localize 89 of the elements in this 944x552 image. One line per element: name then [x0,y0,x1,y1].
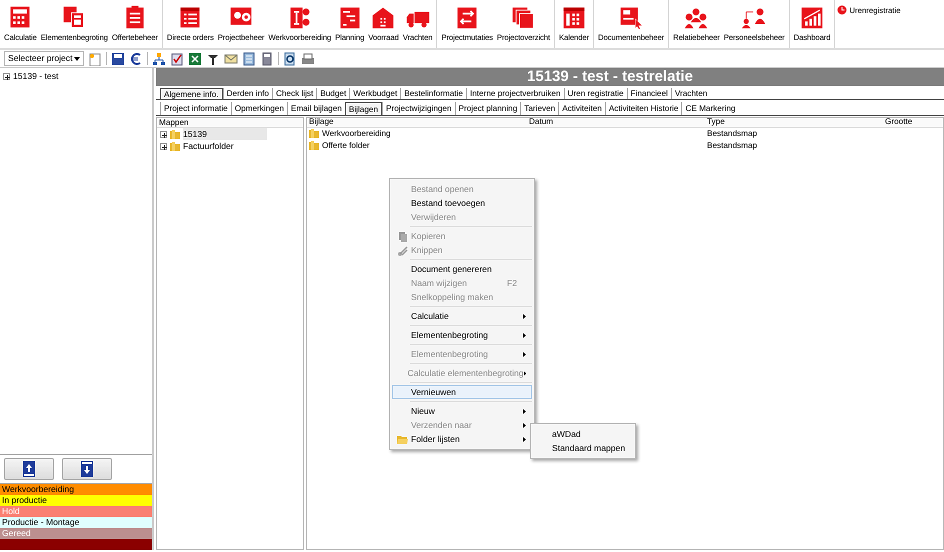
save-button[interactable] [111,52,125,66]
arrow-up-icon [23,461,35,477]
tab[interactable]: Activiteiten Historie [604,102,682,115]
checklist-button[interactable] [170,52,184,66]
printer-icon [301,52,315,66]
folder-item[interactable]: 15139 [183,128,267,140]
shortcut-label: F2 [506,276,517,290]
tab[interactable]: Derden info [222,88,272,99]
tab[interactable]: Financieel [626,88,671,99]
save-icon [111,52,125,66]
checklist-icon [170,52,184,66]
folder-item[interactable]: Factuurfolder [183,140,294,152]
spreadsheet-button[interactable] [188,52,202,66]
tab[interactable]: Werkbudget [349,88,400,99]
bar-chart-icon [799,5,825,30]
folder-icon [170,129,180,139]
column-header: Grootte [884,116,914,128]
hierarchy-icon [152,52,166,66]
list-document-icon [242,52,256,66]
folder-icon [309,140,319,150]
menu-item[interactable]: Standaard mappen [533,441,633,455]
tab[interactable]: Opmerkingen [230,102,287,115]
table-cell-text: Bestandsmap [707,140,758,152]
new-document-button[interactable] [88,52,102,66]
tab[interactable]: Project informatie [160,102,231,115]
dropdown-caret-icon [74,56,80,60]
status-legend-row: Productie - Montage [0,517,152,528]
status-legend-row: Gereed [0,528,152,539]
column-header: Datum [528,116,554,128]
hierarchy-button[interactable] [152,52,166,66]
printer-button[interactable] [301,52,315,66]
tab[interactable]: Activiteiten [558,102,605,115]
menu-item[interactable]: Nieuw [392,404,532,418]
tab[interactable]: Projectwijzigingen [382,102,455,115]
menu-item[interactable]: aWDad [533,427,633,441]
tab[interactable]: Algemene info. [160,88,223,99]
tab[interactable]: Check lijst [272,88,316,99]
table-cell-text: Bestandsmap [707,128,758,140]
tab[interactable]: Tarieven [520,102,558,115]
tab[interactable]: Interne projectverbruiken [466,88,564,99]
project-select[interactable]: Selecteer project [4,51,84,66]
preview-button[interactable] [283,52,297,66]
status-legend-row: Hold [0,506,152,517]
expand-toggle[interactable] [3,72,10,80]
menu-item[interactable]: Document genereren [392,262,532,276]
status-legend-row: In productie [0,495,152,506]
move-up-button[interactable] [4,458,54,480]
project-title: 15139 - test - testrelatie [156,68,944,86]
list-document-button[interactable] [242,52,256,66]
menu-item[interactable]: Vernieuwen [392,385,532,399]
menu-item[interactable]: Bestand toevoegen [392,196,532,210]
table-cell-text: Werkvoorbereiding [322,128,391,140]
warehouse-icon [370,5,396,30]
spreadsheet-icon [188,52,202,66]
calculator-button[interactable] [260,52,274,66]
tab[interactable]: Project planning [454,102,520,115]
tab[interactable]: Vrachten [670,88,710,99]
move-down-button[interactable] [62,458,112,480]
euro-icon [129,52,143,66]
menu-item[interactable]: Elementenbegroting [392,328,532,342]
document-cursor-icon [618,5,644,30]
tab[interactable]: Uren registratie [564,88,627,99]
folder-icon [309,128,319,138]
menu-item[interactable]: Calculatie [392,309,532,323]
folder-icon [396,434,408,444]
copy-icon [396,230,408,242]
calculator-icon [260,52,274,66]
expand-toggle[interactable] [160,142,167,150]
tab[interactable]: Bestelinformatie [400,88,466,99]
preview-icon [283,52,297,66]
menu-item[interactable]: Folder lijsten [392,432,532,446]
arrow-down-icon [81,461,93,477]
tree-item[interactable]: 15139 - test [3,70,149,83]
clock-icon [837,5,848,15]
euro-button[interactable] [129,52,143,66]
expand-toggle[interactable] [160,130,167,138]
tab[interactable]: Bijlagen [344,102,382,115]
column-header: Bijlage [308,116,335,128]
tab[interactable]: CE Markering [681,102,738,115]
status-legend-row: Werkvoorbereiding [0,484,152,495]
column-header: Mappen [157,118,303,128]
envelope-icon [224,52,238,66]
folder-icon [170,141,180,151]
column-header: Type [706,116,726,128]
table-cell-text: Offerte folder [322,140,370,152]
new-document-icon [88,52,102,66]
calendar-icon [561,5,587,30]
tab[interactable]: Budget [316,88,350,99]
envelope-button[interactable] [224,52,238,66]
